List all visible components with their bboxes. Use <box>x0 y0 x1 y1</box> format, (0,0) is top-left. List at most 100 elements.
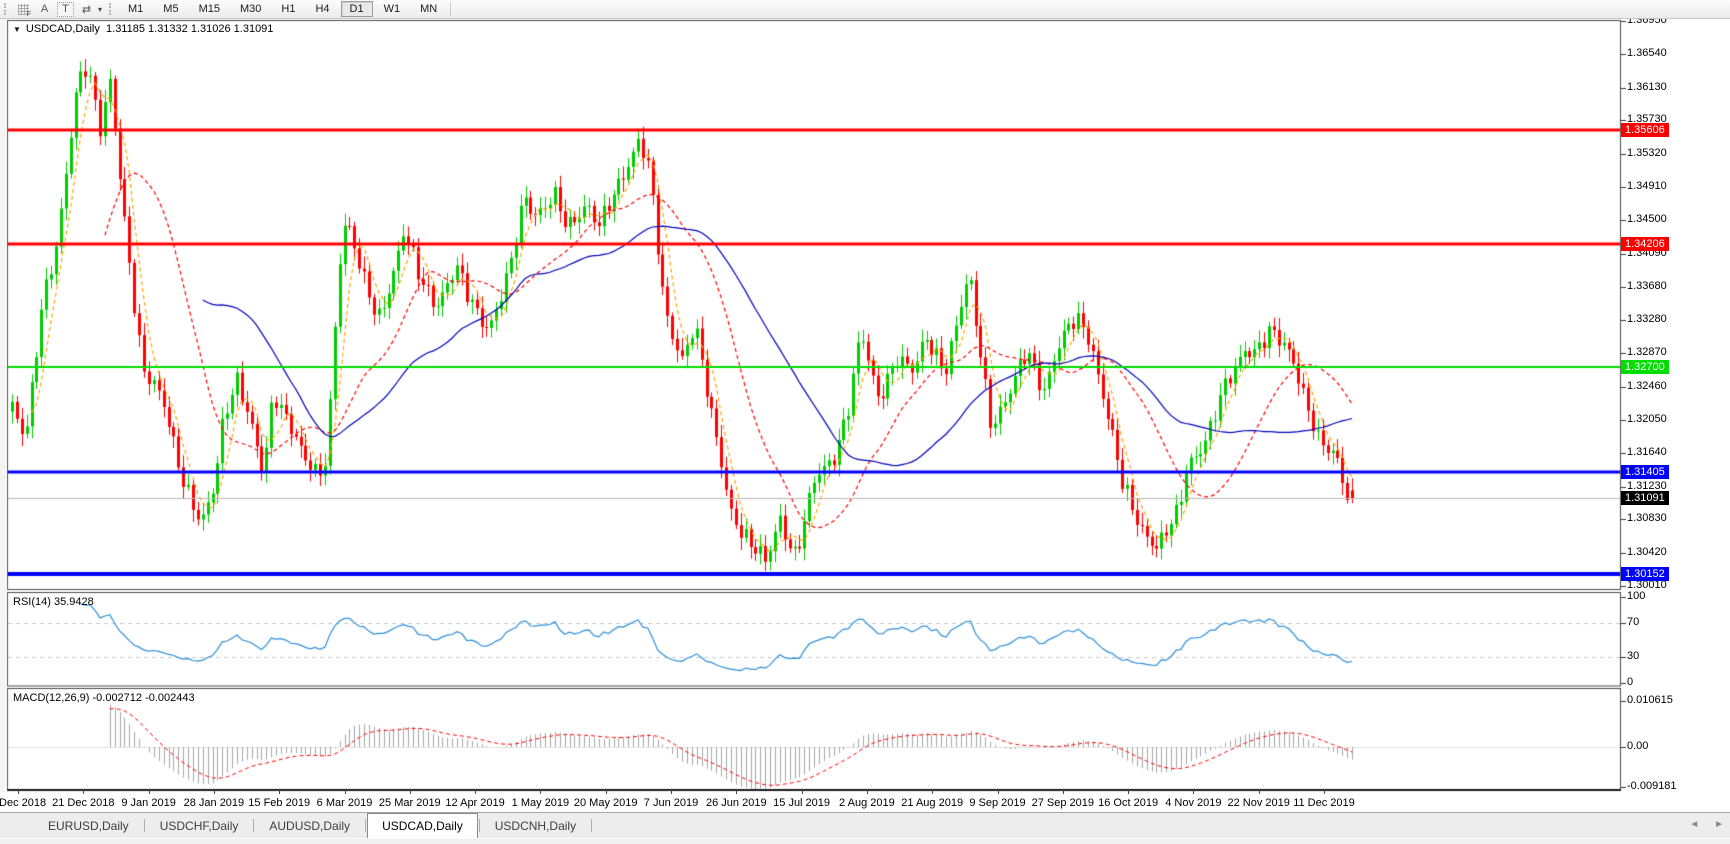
macd-main-value: -0.002712 <box>92 692 142 704</box>
macd-pane-label: MACD(12,26,9) -0.002712 -0.002443 <box>13 692 195 704</box>
price-tick-label: 1.36540 <box>1627 47 1667 59</box>
date-label: 16 Oct 2019 <box>1098 797 1158 809</box>
time-tick <box>475 790 476 794</box>
chart-title: ▼USDCAD,Daily 1.31185 1.31332 1.31026 1.… <box>13 23 273 35</box>
time-tick <box>671 790 672 794</box>
tab-separator <box>591 819 592 832</box>
price-tick-label: 1.36130 <box>1627 81 1667 93</box>
price-line-badge: 1.31405 <box>1621 465 1669 479</box>
date-label: 12 Apr 2019 <box>445 797 504 809</box>
date-label: 3 Dec 2018 <box>0 797 46 809</box>
tab-separator <box>479 819 480 832</box>
date-label: 25 Mar 2019 <box>379 797 441 809</box>
status-strip <box>0 838 1730 844</box>
rsi-tick-label: 100 <box>1627 590 1645 602</box>
time-tick <box>540 790 541 794</box>
macd-tick-label: 0.010615 <box>1627 694 1673 706</box>
date-label: 27 Sep 2019 <box>1032 797 1094 809</box>
grid-f-icon[interactable]: F <box>15 2 32 17</box>
time-tick <box>345 790 346 794</box>
price-tick-label: 1.32460 <box>1627 380 1667 392</box>
chart-symbol-label: USDCAD,Daily <box>26 23 100 35</box>
text-tool-icon[interactable]: T <box>57 2 74 17</box>
tab-usdchf[interactable]: USDCHF,Daily <box>146 815 253 838</box>
tab-eurusd[interactable]: EURUSD,Daily <box>34 815 143 838</box>
price-tick-label: 1.34910 <box>1627 180 1667 192</box>
toolbar-separator <box>450 2 451 16</box>
time-tick <box>1259 790 1260 794</box>
timeframe-button-h4[interactable]: H4 <box>306 1 338 17</box>
date-label: 6 Mar 2019 <box>317 797 373 809</box>
timeframe-button-m30[interactable]: M30 <box>231 1 270 17</box>
time-tick <box>410 790 411 794</box>
chart-canvas[interactable] <box>0 0 1730 844</box>
scroll-right-icon[interactable]: ► <box>1714 819 1724 830</box>
tab-separator <box>365 819 366 832</box>
dropdown-caret-icon[interactable]: ▾ <box>98 5 102 14</box>
text-label-icon[interactable]: A <box>36 2 53 17</box>
rsi-pane-label: RSI(14) 35.9428 <box>13 596 94 608</box>
tab-usdcnh[interactable]: USDCNH,Daily <box>481 815 590 838</box>
time-tick <box>1063 790 1064 794</box>
timeframe-button-m15[interactable]: M15 <box>190 1 229 17</box>
arrows-style-icon[interactable]: ⇄ <box>78 2 95 17</box>
timeframe-button-m1[interactable]: M1 <box>119 1 152 17</box>
chart-tab-bar: EURUSD,DailyUSDCHF,DailyAUDUSD,DailyUSDC… <box>0 812 1730 838</box>
time-tick <box>1128 790 1129 794</box>
date-label: 21 Aug 2019 <box>901 797 963 809</box>
price-tick-label: 1.33680 <box>1627 280 1667 292</box>
price-tick-label: 1.30830 <box>1627 512 1667 524</box>
toolbar: F A T ⇄ ▾ M1M5M15M30H1H4D1W1MN <box>0 0 1730 19</box>
date-label: 28 Jan 2019 <box>184 797 245 809</box>
price-tick-label: 1.34500 <box>1627 213 1667 225</box>
price-tick-label: 1.30420 <box>1627 546 1667 558</box>
date-label: 1 May 2019 <box>512 797 569 809</box>
price-line-badge: 1.32700 <box>1621 360 1669 374</box>
time-axis[interactable]: 3 Dec 2018 21 Dec 2018 9 Jan 2019 28 Jan 20… <box>0 792 1730 812</box>
date-label: 26 Jun 2019 <box>706 797 767 809</box>
timeframe-button-mn[interactable]: MN <box>411 1 446 17</box>
scroll-left-icon[interactable]: ◄ <box>1689 819 1699 830</box>
date-label: 4 Nov 2019 <box>1165 797 1221 809</box>
date-label: 11 Dec 2019 <box>1293 797 1355 809</box>
date-label: 2 Aug 2019 <box>839 797 895 809</box>
timeframe-button-group: M1M5M15M30H1H4D1W1MN <box>118 1 447 17</box>
tab-scroll-arrows: ◄ ► <box>1677 819 1724 830</box>
date-label: 15 Jul 2019 <box>773 797 830 809</box>
date-label: 21 Dec 2018 <box>52 797 114 809</box>
time-tick <box>1324 790 1325 794</box>
tab-audusd[interactable]: AUDUSD,Daily <box>255 815 364 838</box>
price-tick-label: 1.32870 <box>1627 346 1667 358</box>
tab-separator <box>144 819 145 832</box>
rsi-current-value: 35.9428 <box>54 596 94 608</box>
current-price-badge: 1.31091 <box>1621 491 1669 505</box>
timeframe-button-w1[interactable]: W1 <box>375 1 410 17</box>
timeframe-button-h1[interactable]: H1 <box>272 1 304 17</box>
price-tick-label: 1.31640 <box>1627 446 1667 458</box>
toolbar-grip <box>109 3 113 15</box>
timeframe-button-m5[interactable]: M5 <box>154 1 187 17</box>
time-tick <box>736 790 737 794</box>
symbol-dropdown-icon[interactable]: ▼ <box>13 25 21 34</box>
price-line-badge: 1.30152 <box>1621 567 1669 581</box>
timeframe-button-d1[interactable]: D1 <box>341 1 373 17</box>
date-label: 15 Feb 2019 <box>248 797 310 809</box>
window-left-margin <box>0 19 7 812</box>
time-tick <box>214 790 215 794</box>
rsi-tick-label: 30 <box>1627 650 1639 662</box>
date-label: 7 Jun 2019 <box>644 797 698 809</box>
time-tick <box>149 790 150 794</box>
time-tick <box>867 790 868 794</box>
rsi-tick-label: 70 <box>1627 616 1639 628</box>
tab-separator <box>253 819 254 832</box>
rsi-tick-label: 0 <box>1627 676 1633 688</box>
time-tick <box>932 790 933 794</box>
price-line-badge: 1.35606 <box>1621 123 1669 137</box>
price-tick-label: 1.33280 <box>1627 313 1667 325</box>
time-tick <box>606 790 607 794</box>
time-tick <box>1193 790 1194 794</box>
price-tick-label: 1.32050 <box>1627 413 1667 425</box>
tab-usdcad[interactable]: USDCAD,Daily <box>367 813 478 839</box>
date-label: 9 Jan 2019 <box>121 797 175 809</box>
time-tick <box>802 790 803 794</box>
